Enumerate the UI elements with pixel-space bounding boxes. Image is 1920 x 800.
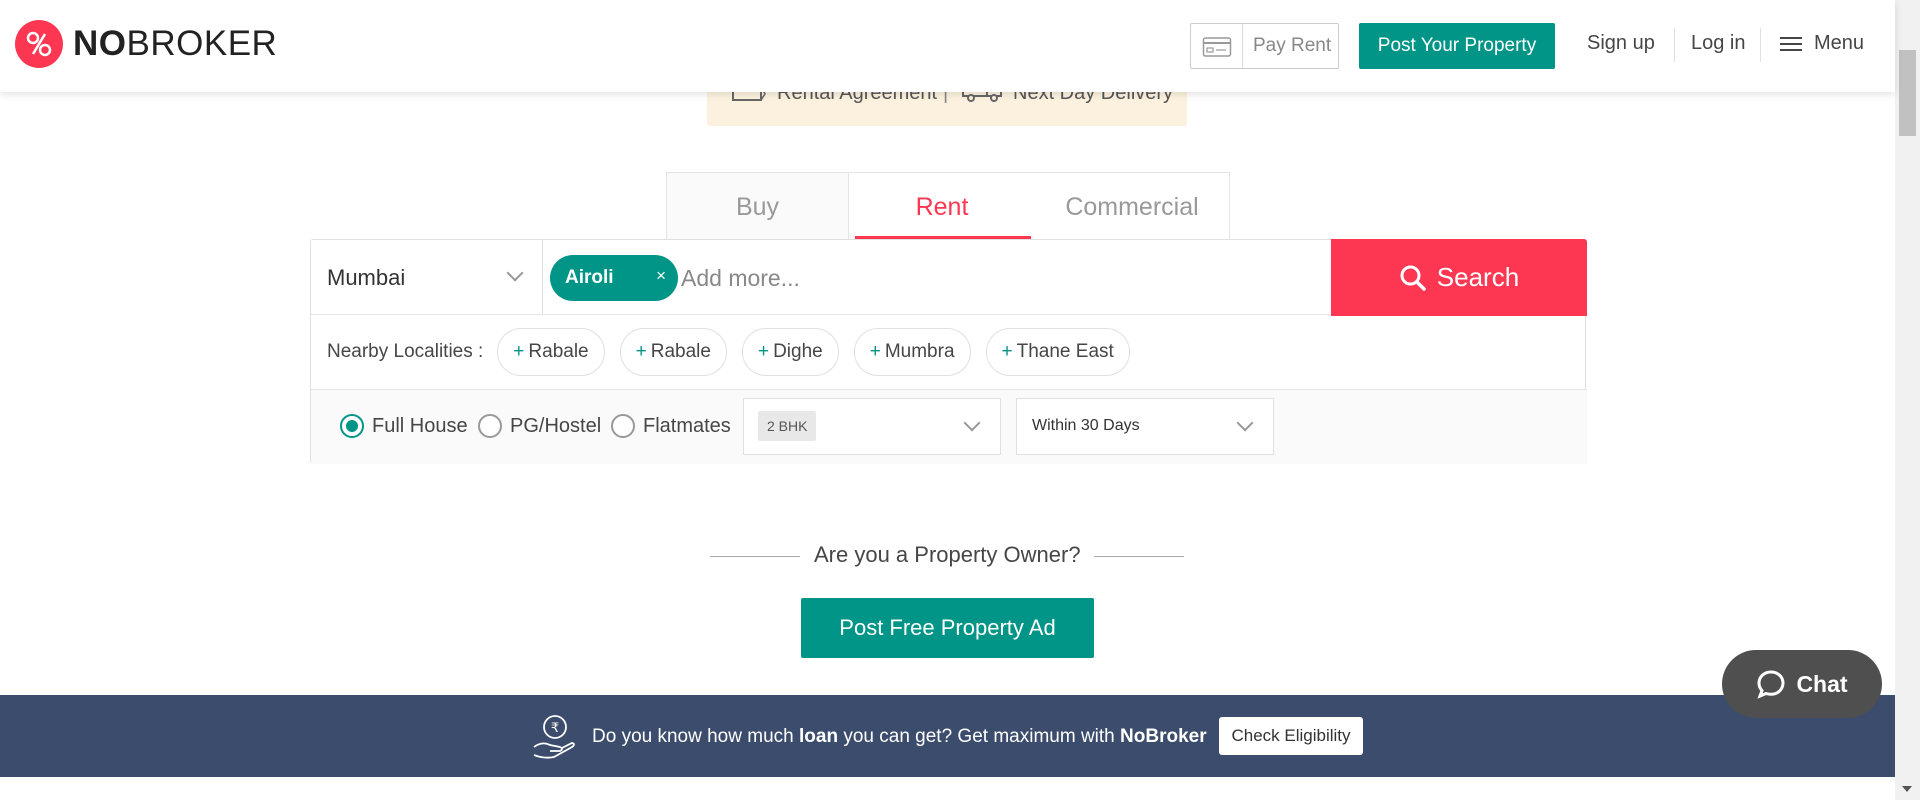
nobroker-bold: NoBroker: [1120, 726, 1207, 747]
radio-checked-icon: [340, 414, 364, 438]
radio-label: Flatmates: [643, 414, 731, 437]
loan-text: Do you know how much: [592, 726, 799, 747]
nearby-locality-label: Rabale: [650, 341, 711, 362]
menu-button[interactable]: Menu: [1780, 32, 1864, 55]
bhk-dropdown[interactable]: 2 BHK: [743, 398, 1001, 455]
chat-label: Chat: [1796, 670, 1848, 697]
bhk-tag: 2 BHK: [758, 411, 817, 441]
search-panel: Mumbai Airoli × Search Nearby Localities…: [310, 239, 1587, 464]
chip-remove-icon[interactable]: ×: [656, 266, 666, 286]
nearby-locality-chip[interactable]: + Dighe: [741, 328, 839, 376]
plus-icon: +: [513, 341, 525, 362]
loan-banner: ₹ Do you know how much loan you can get?…: [0, 695, 1895, 777]
nearby-localities-label: Nearby Localities :: [327, 341, 484, 362]
search-tabs: Buy Rent Commercial: [666, 172, 1230, 241]
nearby-locality-label: Rabale: [528, 341, 589, 362]
post-free-property-ad-button[interactable]: Post Free Property Ad: [801, 598, 1094, 658]
menu-label: Menu: [1814, 32, 1865, 54]
rupee-hand-icon: ₹: [533, 715, 575, 759]
tab-commercial[interactable]: Commercial: [1035, 173, 1229, 241]
post-your-property-button[interactable]: Post Your Property: [1359, 23, 1555, 69]
city-select[interactable]: Mumbai: [311, 240, 543, 315]
hamburger-icon: [1780, 33, 1802, 55]
check-eligibility-button[interactable]: Check Eligibility: [1219, 717, 1363, 755]
tab-rent[interactable]: Rent: [849, 173, 1035, 241]
chevron-down-icon: [963, 414, 981, 432]
search-button[interactable]: Search: [1331, 239, 1587, 316]
nearby-locality-chip[interactable]: + Mumbra: [853, 328, 971, 376]
scrollbar-thumb[interactable]: [1899, 50, 1916, 136]
nobroker-logo[interactable]: NOBROKER: [15, 20, 277, 68]
chevron-down-icon: [506, 264, 524, 282]
chevron-down-icon: [1236, 414, 1254, 432]
nearby-locality-label: Mumbra: [884, 341, 955, 362]
scroll-down-arrow-icon[interactable]: [1902, 786, 1912, 792]
credit-card-icon: [1191, 24, 1243, 68]
logo-text: NOBROKER: [73, 24, 277, 64]
radio-full-house[interactable]: Full House: [340, 414, 468, 438]
top-header: NOBROKER Pay Rent Post Your Property Sig…: [0, 0, 1895, 92]
search-row: Mumbai Airoli × Search: [311, 239, 1587, 316]
pay-rent-label: Pay Rent: [1253, 35, 1332, 56]
svg-text:₹: ₹: [551, 721, 559, 736]
availability-dropdown[interactable]: Within 30 Days: [1016, 398, 1274, 455]
radio-label: PG/Hostel: [510, 414, 602, 437]
divider-line: [1094, 556, 1184, 557]
search-icon: [1400, 265, 1426, 291]
chat-button[interactable]: Chat: [1722, 650, 1882, 718]
loan-message: Do you know how much loan you can get? G…: [592, 726, 1207, 748]
city-value: Mumbai: [327, 264, 406, 290]
radio-pg-hostel[interactable]: PG/Hostel: [478, 414, 601, 438]
logo-text-rest: BROKER: [126, 24, 278, 63]
locality-chip: Airoli ×: [550, 255, 678, 301]
radio-flatmates[interactable]: Flatmates: [611, 414, 731, 438]
locality-chip-label: Airoli: [565, 267, 614, 288]
plus-icon: +: [757, 341, 770, 362]
property-owner-question: Are you a Property Owner?: [814, 542, 1081, 567]
sign-up-link[interactable]: Sign up: [1587, 32, 1655, 55]
nav-divider: [1674, 28, 1675, 62]
nearby-locality-chip[interactable]: + Thane East: [985, 328, 1130, 376]
locality-search-input[interactable]: [681, 255, 1091, 301]
log-in-link[interactable]: Log in: [1691, 32, 1746, 55]
search-button-label: Search: [1436, 262, 1520, 292]
plus-icon: +: [635, 341, 647, 362]
chat-bubble-icon: [1757, 670, 1785, 699]
nav-divider: [1760, 28, 1761, 62]
radio-unchecked-icon: [611, 414, 635, 438]
nearby-localities-row: Nearby Localities : + Rabale + Rabale + Dig…: [311, 315, 1587, 390]
loan-text: you can get? Get maximum with: [838, 726, 1121, 747]
filter-row: Full House PG/Hostel Flatmates 2 BHK Wit…: [311, 390, 1587, 464]
tab-buy[interactable]: Buy: [667, 173, 849, 241]
logo-text-bold: NO: [73, 24, 127, 63]
logo-icon: [15, 20, 63, 68]
availability-value: Within 30 Days: [1032, 417, 1140, 434]
nearby-locality-label: Thane East: [1016, 341, 1114, 362]
plus-icon: +: [1001, 341, 1013, 362]
nearby-locality-label: Dighe: [773, 341, 823, 362]
plus-icon: +: [869, 341, 881, 362]
divider-line: [710, 556, 800, 557]
radio-unchecked-icon: [478, 414, 502, 438]
nearby-locality-chip[interactable]: + Rabale: [619, 328, 727, 376]
page-scrollbar[interactable]: [1895, 0, 1920, 800]
pay-rent-button[interactable]: Pay Rent: [1190, 23, 1339, 69]
nearby-locality-chip[interactable]: + Rabale: [497, 328, 605, 376]
loan-bold: loan: [799, 726, 839, 747]
radio-label: Full House: [372, 414, 468, 437]
